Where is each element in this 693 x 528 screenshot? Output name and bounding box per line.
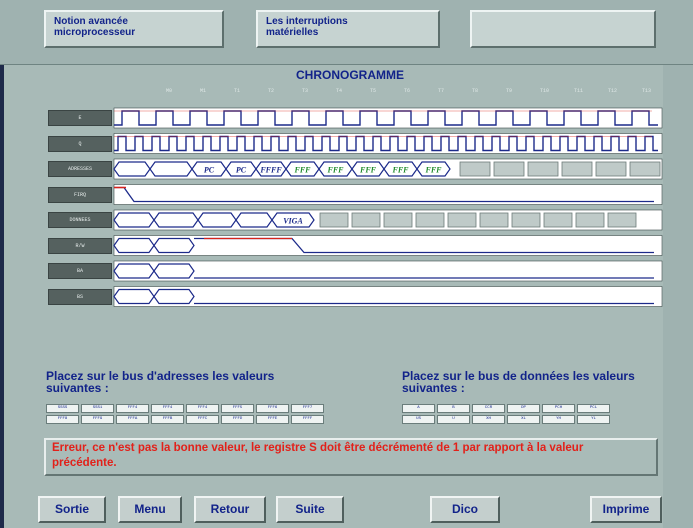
value-chip[interactable]: FFFD [221,415,254,424]
dico-button[interactable]: Dico [430,496,500,523]
value-chip[interactable]: DP [507,404,540,413]
data-bus-value: VIGA [283,217,303,226]
data-empty-slot [319,212,349,228]
value-chip[interactable]: FFF7 [291,404,324,413]
value-chip[interactable]: YH [542,415,575,424]
data-empty-slot [607,212,637,228]
address-bus-value: FFF [391,166,409,175]
value-chip[interactable]: FFF8 [46,415,79,424]
address-bus-value: FFF [359,166,377,175]
data-empty-slot [447,212,477,228]
address-bus-value: FFF [424,166,442,175]
data-instruction: Placez sur le bus de données les valeurs… [402,369,635,395]
value-chip[interactable]: A [402,404,435,413]
value-chip[interactable]: FFFE [256,415,289,424]
address-empty-slot [629,161,661,177]
waveform-area: PC PC FFFF FFF FFF FFF FFF FFFVIGA [113,107,663,307]
value-chip[interactable]: FFFC [186,415,219,424]
menu-button[interactable]: Menu [118,496,182,523]
header-bar: Notion avancée microprocesseur Les inter… [0,0,693,65]
imprime-button[interactable]: Imprime [590,496,662,523]
value-chip[interactable]: FFFB [151,415,184,424]
address-empty-slot [561,161,593,177]
value-chip[interactable]: XL [507,415,540,424]
address-bus-value: FFF [326,166,344,175]
value-chip[interactable]: FFFF [291,415,324,424]
breadcrumb-empty [470,10,656,48]
data-empty-slot [415,212,445,228]
value-chip[interactable]: XH [472,415,505,424]
value-chip[interactable]: PCL [577,404,610,413]
value-chip[interactable]: YL [577,415,610,424]
value-chip[interactable]: FFF4 [116,404,149,413]
value-chip[interactable]: SSSS [46,404,79,413]
suite-button[interactable]: Suite [276,496,344,523]
value-chip[interactable]: SSS1 [81,404,114,413]
breadcrumb-course: Notion avancée microprocesseur [44,10,224,48]
value-chip[interactable]: PCH [542,404,575,413]
retour-button[interactable]: Retour [194,496,266,523]
data-empty-slot [575,212,605,228]
error-message: Erreur, ce n'est pas la bonne valeur, le… [44,438,658,476]
address-empty-slot [595,161,627,177]
breadcrumb-topic-line1: Les interruptions [266,16,348,27]
value-chip[interactable]: FFFA [116,415,149,424]
value-chip[interactable]: FFF4 [186,404,219,413]
value-chip[interactable]: US [402,415,435,424]
value-chip[interactable]: CCR [472,404,505,413]
sortie-button[interactable]: Sortie [38,496,106,523]
address-empty-slot [527,161,559,177]
value-chip[interactable]: FFF6 [256,404,289,413]
address-empty-slot [493,161,525,177]
address-bus-value: PC [236,166,247,175]
address-bus-value: PC [204,166,215,175]
address-bus-value: FFF [293,166,311,175]
breadcrumb-course-line1: Notion avancée [54,16,128,27]
breadcrumb-topic-line2: matérielles [266,27,319,38]
left-frame [0,0,4,528]
address-instruction: Placez sur le bus d'adresses les valeurs… [46,369,275,395]
address-bus-value: FFFF [259,166,282,175]
value-chip[interactable]: FFF5 [221,404,254,413]
breadcrumb-course-line2: microprocesseur [54,27,136,38]
value-chip[interactable]: FFF9 [81,415,114,424]
data-empty-slot [511,212,541,228]
chronogram-panel: CHRONOGRAMME M0 M1 T1 T2 T3 T4 T5 T6 T7 T8 T9 T10 T1… [32,68,668,354]
value-chip[interactable]: B [437,404,470,413]
data-empty-slot [543,212,573,228]
data-empty-slot [351,212,381,228]
address-empty-slot [459,161,491,177]
value-chip[interactable]: U [437,415,470,424]
app-window: Notion avancée microprocesseur Les inter… [0,0,693,528]
data-empty-slot [383,212,413,228]
value-chip[interactable]: FFF4 [151,404,184,413]
breadcrumb-topic: Les interruptions matérielles [256,10,440,48]
data-empty-slot [479,212,509,228]
